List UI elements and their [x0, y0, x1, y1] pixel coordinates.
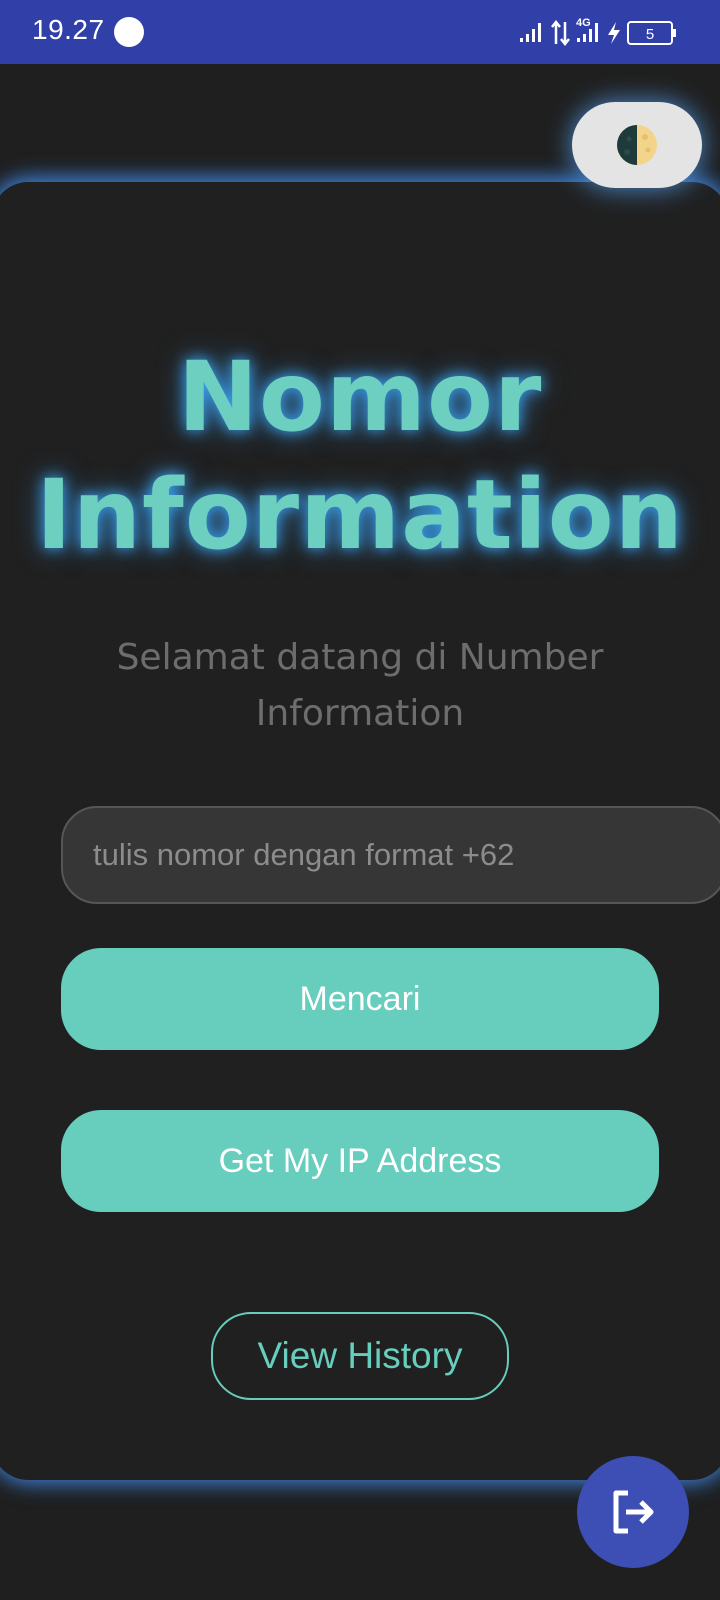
data-transfer-icon	[551, 19, 570, 47]
view-history-button[interactable]: View History	[211, 1312, 509, 1400]
logout-button[interactable]	[577, 1456, 689, 1568]
battery-icon: 5	[627, 21, 676, 45]
notification-dot-icon	[114, 17, 144, 47]
status-time: 19.27	[32, 14, 105, 45]
half-moon-icon	[617, 125, 657, 165]
phone-number-input[interactable]	[61, 806, 720, 904]
charging-icon	[608, 22, 620, 44]
logout-icon	[613, 1490, 654, 1534]
search-button[interactable]: Mencari	[61, 948, 659, 1050]
page-title: Nomor Information	[0, 338, 720, 574]
status-bar: 19.27 4G 5	[0, 0, 720, 64]
battery-level: 5	[646, 26, 654, 43]
network-type-label: 4G	[576, 17, 591, 29]
title-line-1: Nomor	[177, 341, 543, 453]
status-icons: 4G 5	[520, 17, 676, 47]
signal-4g-icon: 4G	[576, 17, 598, 42]
theme-toggle-button[interactable]	[572, 102, 702, 188]
title-line-2: Information	[35, 459, 685, 571]
welcome-subtitle: Selamat datang di Number Information	[116, 637, 604, 734]
get-ip-address-button[interactable]: Get My IP Address	[61, 1110, 659, 1212]
app-screen: 19.27 4G 5 Nomor Information Selamat dat…	[0, 0, 720, 1600]
signal-icon	[520, 23, 541, 42]
